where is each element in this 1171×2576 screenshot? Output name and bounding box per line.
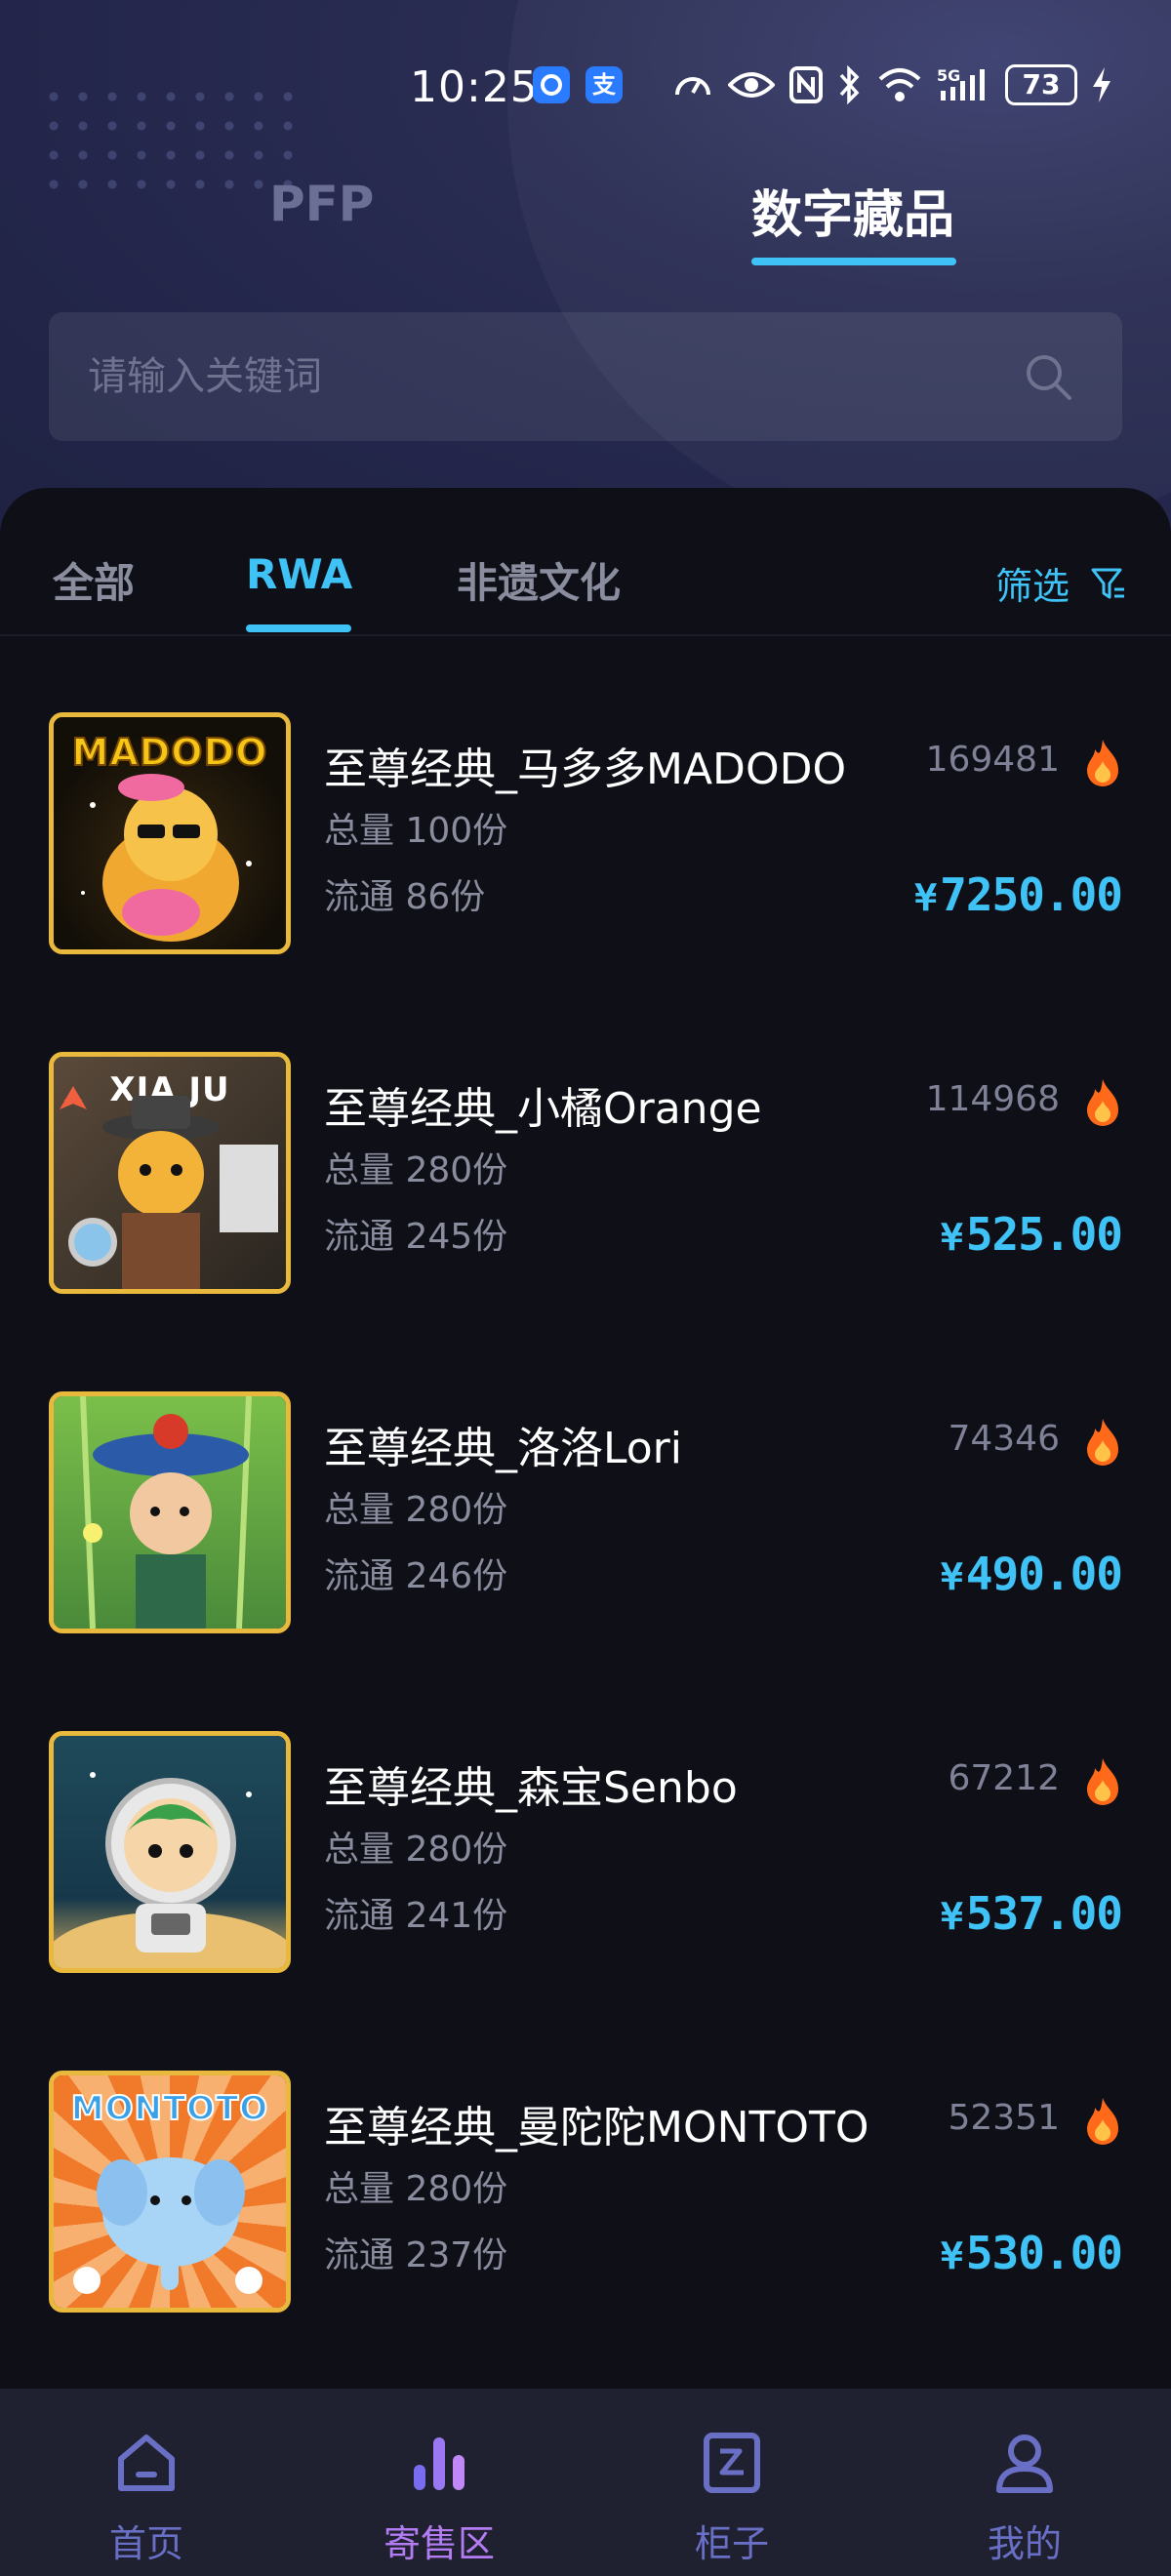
- svg-text:5G: 5G: [937, 66, 960, 85]
- nav-mine[interactable]: 我的: [878, 2389, 1171, 2576]
- fire-icon: [1087, 1758, 1118, 1805]
- status-time: 10:25: [410, 62, 539, 112]
- nav-cabinet[interactable]: 柜子: [586, 2389, 878, 2576]
- tab-heritage[interactable]: 非遗文化: [457, 550, 621, 610]
- item-title: 至尊经典_森宝Senbo: [324, 1763, 738, 1813]
- nav-consign[interactable]: 寄售区: [293, 2389, 586, 2576]
- item-heat: 114968: [925, 1079, 1060, 1119]
- active-subtab-indicator: [246, 624, 351, 632]
- list-item[interactable]: MONTOTO 至尊经典_曼陀陀MONTOTO 总量 280份 流通 237份 …: [0, 2071, 1171, 2410]
- item-price: ¥525.00: [940, 1208, 1123, 1261]
- item-title: 至尊经典_洛洛Lori: [324, 1424, 682, 1473]
- bluetooth-icon: [837, 65, 863, 104]
- status-bar: 10:25 支 5G 73: [0, 49, 1171, 127]
- item-title: 至尊经典_小橘Orange: [324, 1084, 762, 1134]
- price-value: 490.00: [965, 1548, 1123, 1600]
- price-value: 525.00: [965, 1208, 1123, 1261]
- currency-symbol: ¥: [940, 2234, 963, 2277]
- bar-chart-icon: [414, 2437, 464, 2490]
- tab-all[interactable]: 全部: [53, 550, 135, 610]
- signal-5g-icon: 5G: [937, 65, 991, 104]
- item-circulation: 流通 246份: [324, 1556, 508, 1596]
- home-icon: [118, 2435, 175, 2491]
- item-heat: 52351: [948, 2098, 1060, 2138]
- item-heat: 74346: [948, 1419, 1060, 1459]
- fire-icon: [1087, 740, 1118, 786]
- item-heat: 67212: [948, 1758, 1060, 1798]
- fire-icon: [1087, 1419, 1118, 1466]
- search-bar: [49, 312, 1122, 441]
- nav-consign-label: 寄售区: [383, 2522, 495, 2565]
- item-title: 至尊经典_马多多MADODO: [324, 745, 847, 794]
- item-total: 总量 100份: [324, 811, 508, 851]
- charging-icon: [1091, 65, 1112, 104]
- search-input[interactable]: [88, 312, 966, 441]
- item-circulation: 流通 237份: [324, 2235, 508, 2275]
- currency-symbol: ¥: [940, 1216, 963, 1259]
- tab-rwa[interactable]: RWA: [246, 550, 352, 598]
- fire-icon: [1087, 1079, 1118, 1126]
- eye-icon: [728, 65, 775, 104]
- nav-mine-label: 我的: [987, 2522, 1062, 2565]
- app-notification-icon: [533, 66, 570, 103]
- price-value: 537.00: [965, 1887, 1123, 1940]
- alipay-icon: 支: [586, 66, 623, 103]
- item-circulation: 流通 245份: [324, 1217, 508, 1257]
- category-tabs: 全部 RWA 非遗文化 筛选: [0, 488, 1171, 636]
- search-icon[interactable]: [1023, 351, 1073, 402]
- currency-symbol: ¥: [940, 1895, 963, 1938]
- battery-indicator: 73: [1005, 64, 1077, 105]
- filter-label: 筛选: [994, 565, 1070, 608]
- bottom-navigation: 首页 寄售区 柜子 我的: [0, 2389, 1171, 2576]
- collectible-thumbnail: XIA JU: [49, 1052, 291, 1294]
- collectible-thumbnail: MADODO: [49, 712, 291, 954]
- tab-pfp[interactable]: PFP: [269, 176, 374, 232]
- filter-button[interactable]: 筛选: [995, 556, 1128, 610]
- item-heat: 169481: [925, 740, 1060, 780]
- item-total: 总量 280份: [324, 1150, 508, 1190]
- active-tab-indicator: [751, 258, 956, 265]
- tab-digital-collectibles[interactable]: 数字藏品: [751, 174, 954, 247]
- item-circulation: 流通 86份: [324, 877, 486, 917]
- list-item[interactable]: 至尊经典_洛洛Lori 总量 280份 流通 246份 74346 ¥490.0…: [0, 1391, 1171, 1731]
- collectible-thumbnail: [49, 1391, 291, 1633]
- nfc-icon: [788, 65, 824, 104]
- price-value: 7250.00: [940, 868, 1123, 921]
- currency-symbol: ¥: [940, 1555, 963, 1598]
- item-total: 总量 280份: [324, 1830, 508, 1870]
- filter-icon: [1091, 568, 1124, 598]
- item-price: ¥530.00: [940, 2227, 1123, 2279]
- item-total: 总量 280份: [324, 2169, 508, 2209]
- item-price: ¥7250.00: [914, 868, 1123, 921]
- item-price: ¥537.00: [940, 1887, 1123, 1940]
- item-price: ¥490.00: [940, 1548, 1123, 1600]
- top-tabs: PFP 数字藏品: [0, 164, 1171, 271]
- nav-cabinet-label: 柜子: [694, 2522, 769, 2565]
- cabinet-icon: [704, 2433, 760, 2493]
- nav-home[interactable]: 首页: [0, 2389, 293, 2576]
- fire-icon: [1087, 2098, 1118, 2145]
- speed-icon: [671, 65, 714, 104]
- collectible-thumbnail: MONTOTO: [49, 2071, 291, 2313]
- collectibles-list: MADODO 至尊经典_马多多MADODO 总量 100份 流通 86份 169…: [0, 712, 1171, 2410]
- list-item[interactable]: XIA JU 至尊经典_小橘Orange 总量 280份 流通 245份 114…: [0, 1052, 1171, 1391]
- currency-symbol: ¥: [914, 876, 937, 919]
- price-value: 530.00: [965, 2227, 1123, 2279]
- item-title: 至尊经典_曼陀陀MONTOTO: [324, 2103, 869, 2153]
- nav-home-label: 首页: [108, 2522, 183, 2565]
- collectible-thumbnail: [49, 1731, 291, 1973]
- item-total: 总量 280份: [324, 1490, 508, 1530]
- wifi-icon: [876, 65, 923, 104]
- list-item[interactable]: 至尊经典_森宝Senbo 总量 280份 流通 241份 67212 ¥537.…: [0, 1731, 1171, 2071]
- status-icons: 5G 73: [671, 64, 1112, 105]
- content-panel: 全部 RWA 非遗文化 筛选 MADODO 至尊经典_马多多MADODO 总量 …: [0, 488, 1171, 2391]
- user-icon: [996, 2435, 1053, 2493]
- item-circulation: 流通 241份: [324, 1896, 508, 1936]
- list-item[interactable]: MADODO 至尊经典_马多多MADODO 总量 100份 流通 86份 169…: [0, 712, 1171, 1052]
